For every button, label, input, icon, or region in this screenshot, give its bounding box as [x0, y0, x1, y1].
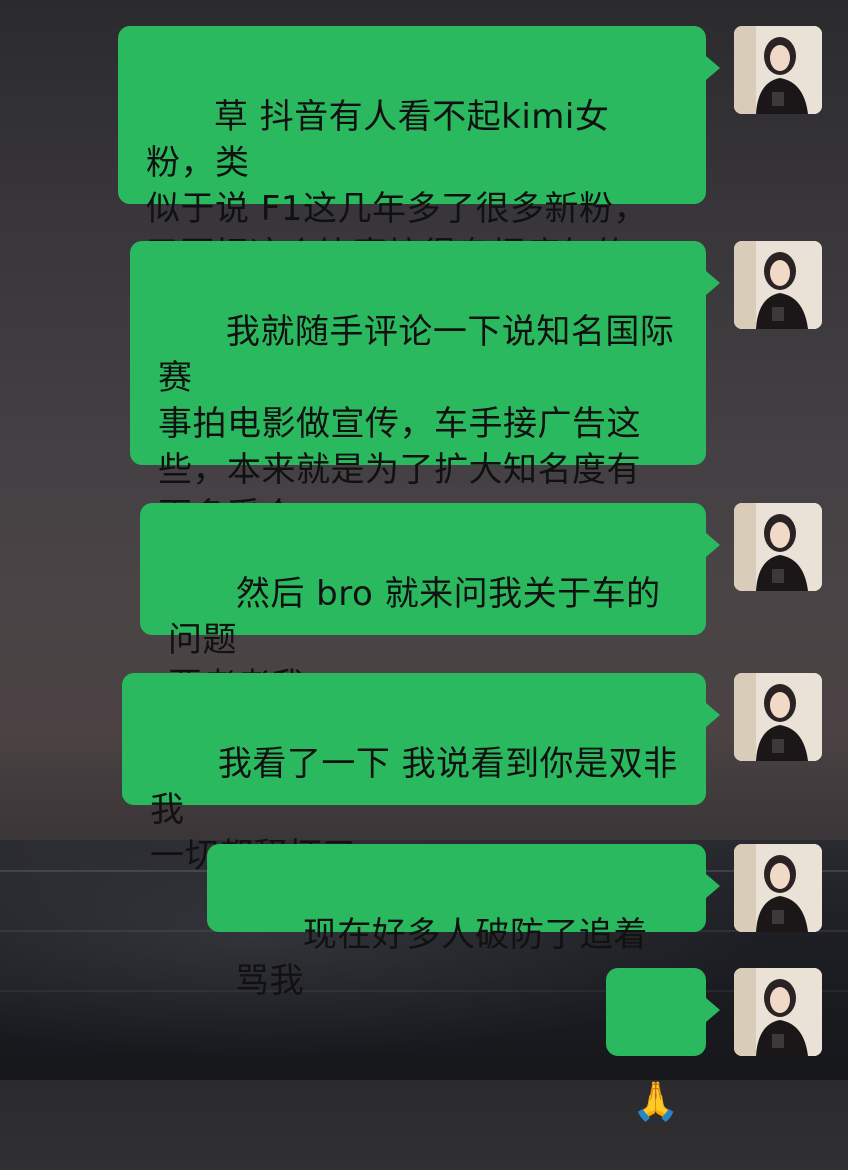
sender-avatar[interactable]	[734, 673, 822, 761]
sender-avatar[interactable]	[734, 26, 822, 114]
avatar-portrait-icon	[734, 968, 822, 1056]
message-bubble[interactable]: 现在好多人破防了追着骂我	[207, 844, 720, 1001]
message-bubble[interactable]: 草 抖音有人看不起kimi女粉，类 似于说 F1这几年多了很多新粉， 又要把这个…	[118, 26, 720, 275]
avatar-portrait-icon	[734, 503, 822, 591]
message-row: 🙏	[606, 968, 822, 1123]
message-text: 🙏	[632, 1079, 680, 1123]
message-row: 现在好多人破防了追着骂我	[207, 844, 822, 1001]
message-bubble[interactable]: 我就随手评论一下说知名国际赛 事拍电影做宣传，车手接广告这 些，本来就是为了扩大…	[130, 241, 720, 536]
sender-avatar[interactable]	[734, 968, 822, 1056]
message-bubble[interactable]: 🙏	[606, 968, 720, 1123]
message-text: 现在好多人破防了追着骂我	[235, 915, 648, 1001]
avatar-portrait-icon	[734, 844, 822, 932]
sender-avatar[interactable]	[734, 844, 822, 932]
message-bubble[interactable]: 然后 bro 就来问我关于车的问题 要考考我	[140, 503, 720, 706]
avatar-portrait-icon	[734, 26, 822, 114]
message-row: 我就随手评论一下说知名国际赛 事拍电影做宣传，车手接广告这 些，本来就是为了扩大…	[130, 241, 822, 536]
chat-message-list[interactable]: 草 抖音有人看不起kimi女粉，类 似于说 F1这几年多了很多新粉， 又要把这个…	[0, 0, 848, 1123]
message-row: 我看了一下 我说看到你是双非我 一切都释怀了	[122, 673, 822, 876]
sender-avatar[interactable]	[734, 503, 822, 591]
message-row: 草 抖音有人看不起kimi女粉，类 似于说 F1这几年多了很多新粉， 又要把这个…	[118, 26, 822, 275]
avatar-portrait-icon	[734, 241, 822, 329]
avatar-portrait-icon	[734, 673, 822, 761]
sender-avatar[interactable]	[734, 241, 822, 329]
message-row: 然后 bro 就来问我关于车的问题 要考考我	[140, 503, 822, 706]
message-bubble[interactable]: 我看了一下 我说看到你是双非我 一切都释怀了	[122, 673, 720, 876]
